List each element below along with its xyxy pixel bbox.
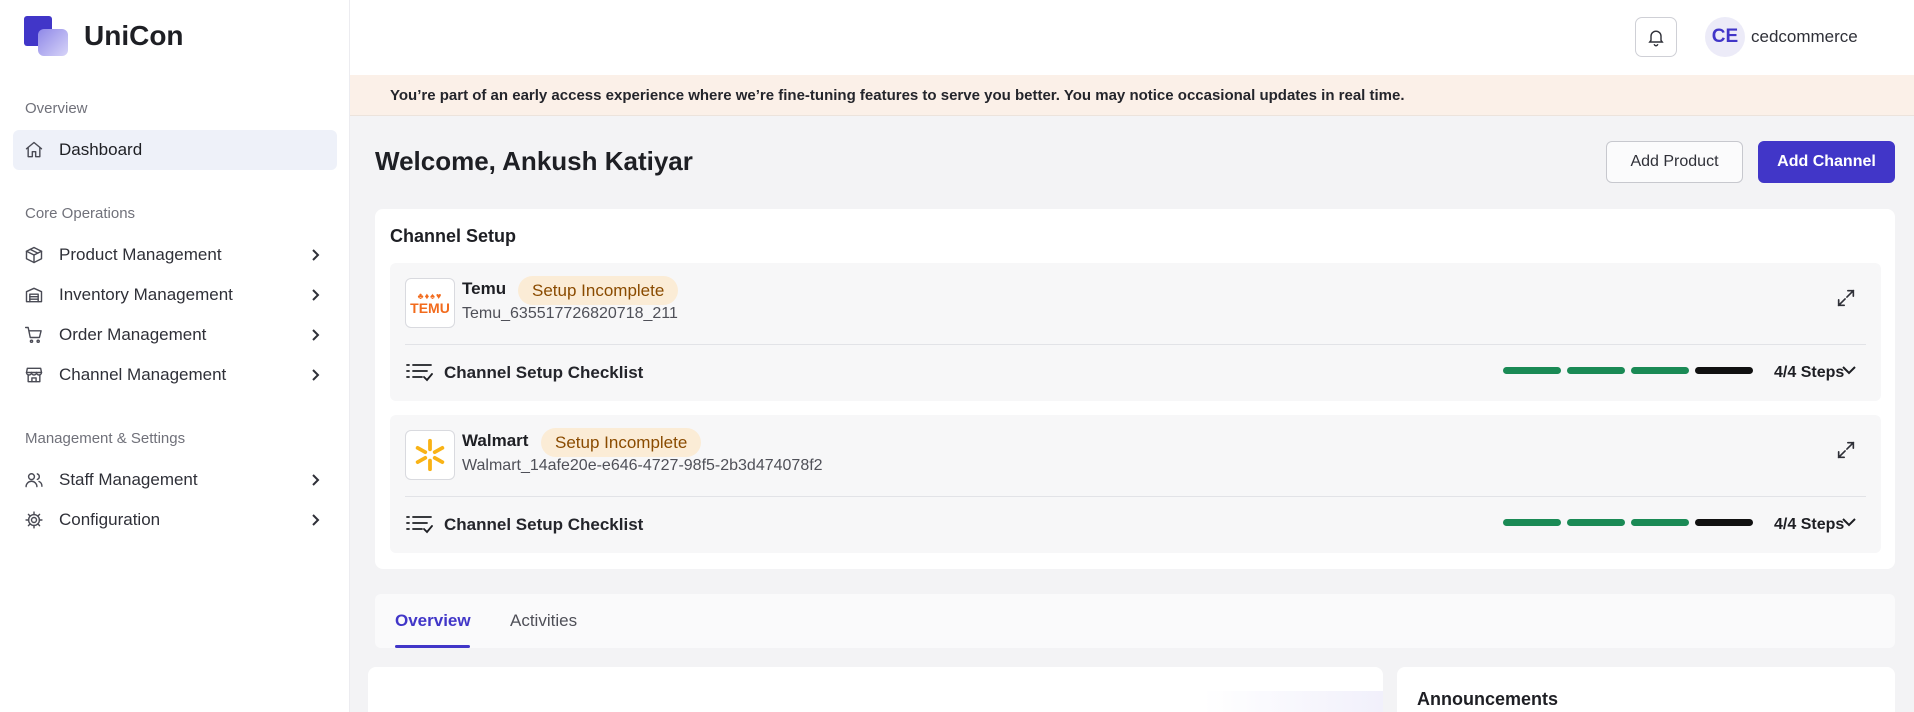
channel-setup-title: Channel Setup [390,226,517,246]
sidebar: UniCon Overview Dashboard Core Operation… [0,0,350,712]
checklist-label[interactable]: Channel Setup Checklist [444,363,643,383]
unicon-logo-icon [24,16,70,56]
status-badge: Setup Incomplete [518,276,679,305]
section-label-overview: Overview [25,100,88,117]
divider [405,496,1866,497]
announcements-title: Announcements [1417,689,1559,709]
home-icon [23,139,45,161]
gear-icon [23,509,45,531]
expand-icon[interactable] [1835,439,1857,461]
app-name: UniCon [84,20,184,51]
chevron-right-icon [307,472,323,488]
checklist-icon [405,514,433,534]
chevron-right-icon [307,367,323,383]
divider [405,344,1866,345]
box-icon [23,244,45,266]
active-tab-indicator [395,645,470,648]
chevron-down-icon[interactable] [1840,361,1858,379]
user-avatar[interactable]: CE [1705,17,1745,57]
sidebar-item-dashboard[interactable]: Dashboard [13,130,337,170]
users-icon [23,469,45,491]
steps-progress [1503,519,1753,526]
notifications-button[interactable] [1635,17,1677,57]
panel-decoration [1203,691,1383,712]
steps-count: 4/4 Steps [1774,516,1845,533]
expand-icon[interactable] [1835,287,1857,309]
channel-row-walmart: Walmart Setup Incomplete Walmart_14afe20… [390,415,1881,553]
sidebar-item-channel-management[interactable]: Channel Management [13,355,337,395]
steps-count: 4/4 Steps [1774,364,1845,381]
chevron-right-icon [307,247,323,263]
sidebar-item-label: Order Management [59,325,207,344]
checklist-icon [405,362,433,382]
sidebar-item-label: Configuration [59,510,161,529]
section-label-core-operations: Core Operations [25,205,136,222]
page-title: Welcome, Ankush Katiyar [375,146,693,176]
sidebar-item-label: Product Management [59,245,222,264]
sidebar-item-label: Channel Management [59,365,227,384]
sidebar-item-product-management[interactable]: Product Management [13,235,337,275]
sidebar-item-inventory-management[interactable]: Inventory Management [13,275,337,315]
sidebar-item-staff-management[interactable]: Staff Management [13,460,337,500]
chevron-down-icon[interactable] [1840,513,1858,531]
store-icon [23,364,45,386]
checklist-label[interactable]: Channel Setup Checklist [444,515,643,535]
add-channel-button[interactable]: Add Channel [1758,141,1895,183]
username-label[interactable]: cedcommerce [1751,27,1858,47]
channel-name: Temu [462,279,507,298]
top-header: CE cedcommerce [350,0,1914,75]
sidebar-item-label: Staff Management [59,470,198,489]
temu-logo-icon: ♣♦♠♥ TEMU [405,278,455,328]
channel-row-temu: ♣♦♠♥ TEMU Temu Setup Incomplete Temu_635… [390,263,1881,401]
chevron-right-icon [307,327,323,343]
channel-id: Temu_635517726820718_211 [462,305,678,322]
tab-overview[interactable]: Overview [395,611,471,631]
channel-setup-card: Channel Setup ♣♦♠♥ TEMU Temu Setup Incom… [375,209,1895,569]
status-badge: Setup Incomplete [541,428,702,457]
sidebar-item-label: Dashboard [59,140,143,159]
banner-text: You’re part of an early access experienc… [390,86,1405,104]
channel-name: Walmart [462,431,529,450]
sidebar-item-order-management[interactable]: Order Management [13,315,337,355]
dashboard-tabs: Overview Activities [375,594,1895,648]
bell-icon [1646,27,1666,47]
announcements-panel: Announcements [1397,667,1895,712]
warehouse-icon [23,284,45,306]
walmart-logo-icon [405,430,455,480]
channel-id: Walmart_14afe20e-e646-4727-98f5-2b3d4740… [462,457,823,474]
sidebar-item-label: Inventory Management [59,285,233,304]
cart-icon [23,324,45,346]
chevron-right-icon [307,512,323,528]
add-product-button[interactable]: Add Product [1606,141,1743,183]
sidebar-item-configuration[interactable]: Configuration [13,500,337,540]
chevron-right-icon [307,287,323,303]
overview-panel [368,667,1383,712]
early-access-banner: You’re part of an early access experienc… [350,75,1914,116]
app-logo[interactable]: UniCon [24,16,184,56]
section-label-management-settings: Management & Settings [25,430,186,447]
steps-progress [1503,367,1753,374]
tab-activities[interactable]: Activities [510,611,577,631]
